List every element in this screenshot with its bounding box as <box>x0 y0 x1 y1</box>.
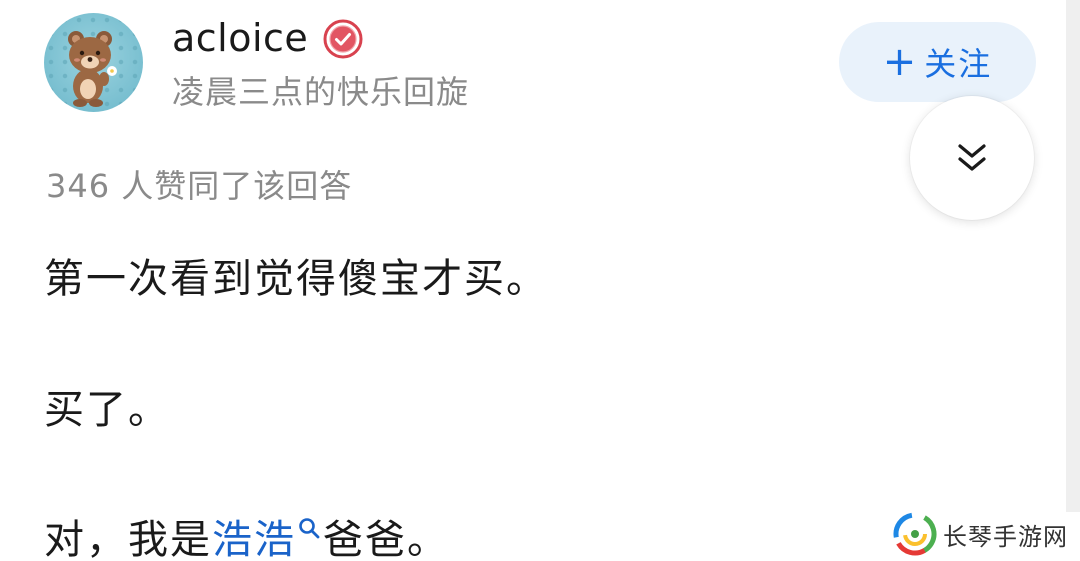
answer-text-suffix: 爸爸。 <box>323 517 449 561</box>
answer-paragraph-3: 对，我是浩浩 爸爸。 <box>44 514 449 561</box>
author-name[interactable]: acloice <box>172 14 308 62</box>
avatar[interactable] <box>44 13 143 112</box>
right-edge-strip <box>1066 0 1080 512</box>
chevron-double-down-icon <box>958 144 986 171</box>
answer-paragraph-2: 买了。 <box>44 387 170 433</box>
topic-link[interactable]: 浩浩 <box>212 517 296 561</box>
vote-count: 346 人赞同了该回答 <box>46 167 353 205</box>
watermark-text: 长琴手游网 <box>943 522 1068 551</box>
collapse-button[interactable] <box>910 96 1034 220</box>
watermark: 长琴手游网 <box>893 510 1068 558</box>
answer-text-prefix: 对，我是 <box>44 517 212 561</box>
answer-card: acloice 凌晨三点的快乐回旋 + 关注 346 人赞同了该回答 第一次看到… <box>0 0 1080 561</box>
site-logo-icon <box>893 512 937 556</box>
author-bio: 凌晨三点的快乐回旋 <box>172 73 470 111</box>
search-icon[interactable] <box>297 516 321 540</box>
answer-paragraph-1: 第一次看到觉得傻宝才买。 <box>44 256 548 302</box>
follow-button[interactable]: + 关注 <box>839 22 1036 102</box>
bear-avatar-icon <box>68 31 117 107</box>
verified-badge-icon <box>323 19 363 59</box>
plus-icon: + <box>882 39 919 85</box>
follow-label: 关注 <box>924 45 993 83</box>
